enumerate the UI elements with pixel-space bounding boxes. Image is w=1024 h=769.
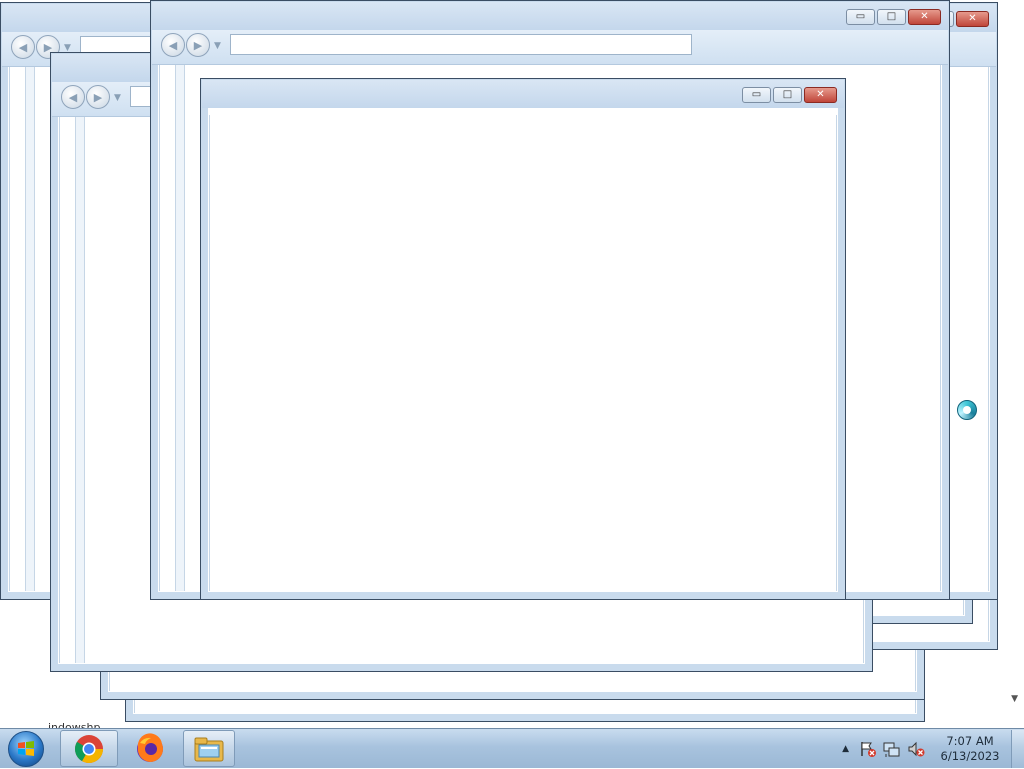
navigation-buttons: ◀ ▶ ▼	[61, 85, 121, 109]
scroll-down-arrow-icon[interactable]: ▼	[1011, 694, 1018, 704]
navigation-pane-edge	[25, 67, 35, 591]
taskbar-chrome-button[interactable]	[60, 730, 118, 767]
firefox-icon	[137, 732, 163, 762]
navigation-toolbar: ◀ ▶ ▼	[152, 30, 948, 65]
explorer-window-1[interactable]: ▭ □ ✕	[200, 78, 846, 600]
show-desktop-button[interactable]	[1011, 730, 1024, 768]
navigation-pane-edge	[175, 65, 185, 591]
clock-time: 7:07 AM	[946, 734, 994, 748]
desktop: indowshp ▼ ⌕ ▭ □ ✕ ▭ □ ✕	[0, 0, 1024, 728]
taskbar-firefox-button[interactable]	[121, 730, 179, 767]
caption-buttons: ▭ □ ✕	[846, 9, 941, 25]
recent-pages-dropdown-icon[interactable]: ▼	[214, 41, 221, 57]
action-center-flag-icon[interactable]	[859, 740, 877, 758]
title-bar[interactable]	[152, 2, 948, 30]
back-button[interactable]: ◀	[11, 35, 35, 59]
maximize-button[interactable]: □	[877, 9, 906, 25]
navigation-buttons: ◀ ▶ ▼	[161, 33, 221, 57]
background-window-text: indowshp	[48, 721, 101, 728]
close-button[interactable]: ✕	[908, 9, 941, 25]
network-icon[interactable]	[883, 740, 901, 758]
forward-button[interactable]: ▶	[186, 33, 210, 57]
show-hidden-icons-button[interactable]: ▲	[842, 744, 849, 754]
address-bar[interactable]	[230, 34, 692, 55]
back-button[interactable]: ◀	[161, 33, 185, 57]
system-tray: ▲ 7:07 AM 6/13/2023	[842, 729, 1024, 769]
volume-muted-icon[interactable]	[907, 740, 925, 758]
start-button[interactable]	[4, 730, 48, 768]
taskbar: ▲ 7:07 AM 6/13/2023	[0, 728, 1024, 768]
minimize-button[interactable]: ▭	[742, 87, 771, 103]
recent-pages-dropdown-icon[interactable]: ▼	[114, 93, 121, 109]
maximize-button[interactable]: □	[773, 87, 802, 103]
chrome-icon	[75, 734, 103, 763]
clock[interactable]: 7:07 AM 6/13/2023	[935, 734, 1005, 764]
forward-button[interactable]: ▶	[86, 85, 110, 109]
close-button[interactable]: ✕	[804, 87, 837, 103]
folder-icon	[194, 737, 224, 761]
busy-cursor-icon	[957, 400, 977, 420]
navigation-pane-edge	[75, 117, 85, 663]
minimize-button[interactable]: ▭	[846, 9, 875, 25]
back-button[interactable]: ◀	[61, 85, 85, 109]
clock-date: 6/13/2023	[940, 749, 1000, 763]
window-content	[209, 115, 837, 591]
windows-logo-icon	[8, 731, 44, 767]
close-button[interactable]: ✕	[956, 11, 989, 27]
caption-buttons: ▭ □ ✕	[742, 87, 837, 103]
taskbar-explorer-button[interactable]	[183, 730, 235, 767]
